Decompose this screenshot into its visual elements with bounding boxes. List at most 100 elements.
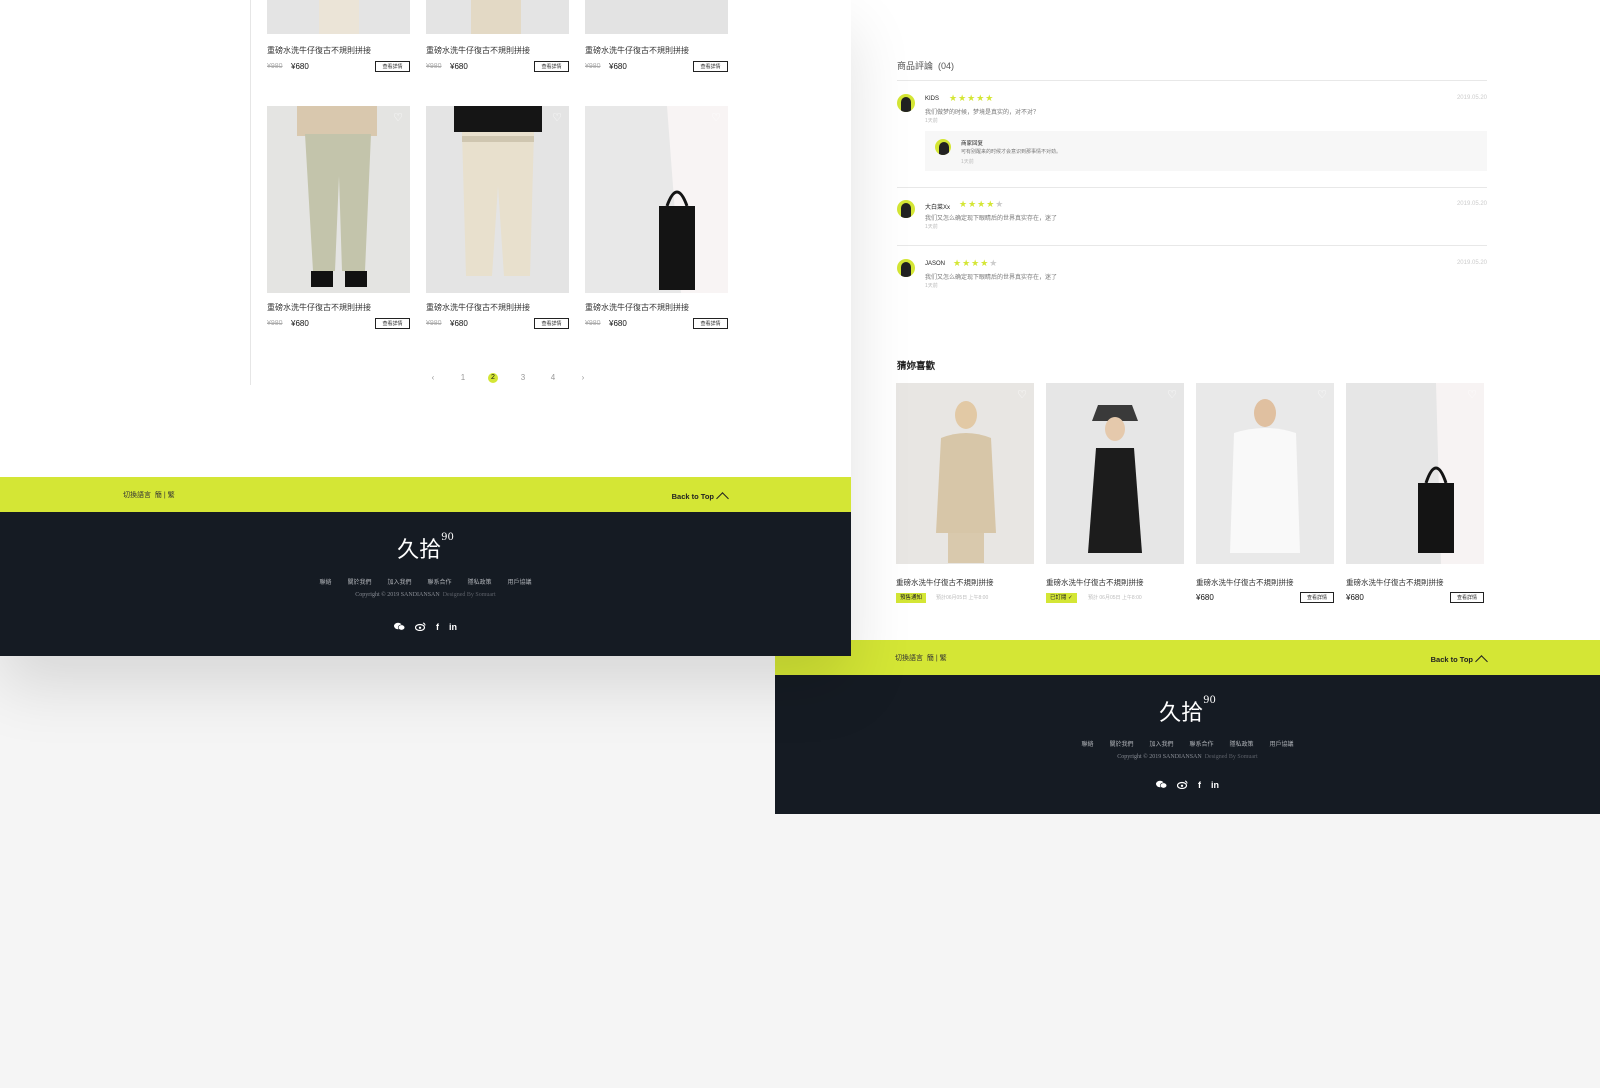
weibo-icon[interactable] [1176,780,1188,791]
product-image[interactable] [267,0,410,34]
product-image[interactable] [585,0,728,34]
weibo-icon[interactable] [414,622,426,633]
reply-user: 商家回复 [961,141,984,147]
page-link[interactable]: 4 [538,373,568,382]
copyright: Copyright © 2019 SANDIANSAN Designed By … [1117,754,1258,760]
product-card[interactable]: 重磅水洗牛仔復古不規則拼接 ¥980 ¥680 查看詳情 [585,0,728,72]
product-image[interactable]: ♡ [267,106,410,293]
footer-link[interactable]: 用戶協議 [1270,739,1294,748]
footer-links: 聯絡 關於我們 加入我們 聯系合作 隱私政策 用戶協議 [775,739,1600,748]
product-name: 重磅水洗牛仔復古不規則拼接 [1046,578,1144,587]
footer-link[interactable]: 加入我們 [387,577,411,586]
product-card[interactable]: ♡ 重磅水洗牛仔復古不規則拼接 ¥680 查看詳情 [1346,383,1484,608]
product-card[interactable]: ♡ 重磅水洗牛仔復古不規則拼接 ¥980 ¥680 查看詳情 [267,106,410,331]
footer-link[interactable]: 聯絡 [319,577,331,586]
product-detail-panel: 商品評論 (04) KIDS ★★★★★ 我们做梦的时候，梦境是真实的，对不对？… [775,0,1600,814]
footer-links: 聯絡 關於我們 加入我們 聯系合作 隱私政策 用戶協議 [0,577,851,586]
back-to-top-button[interactable]: Back to Top [1431,652,1488,668]
product-price: ¥680 [291,319,309,328]
product-image[interactable]: ♡ [1346,383,1484,564]
footer-link[interactable]: 聯絡 [1081,739,1093,748]
product-image[interactable] [426,0,569,34]
product-name: 重磅水洗牛仔復古不規則拼接 [585,46,689,55]
prev-page-button[interactable]: ‹ [418,373,448,382]
product-image[interactable]: ♡ [585,106,728,293]
product-card[interactable]: ♡ 重磅水洗牛仔復古不規則拼接 ¥680 查看詳情 [1196,383,1334,608]
product-name: 重磅水洗牛仔復古不規則拼接 [267,46,371,55]
original-price: ¥980 [585,63,601,70]
view-details-button[interactable]: 查看詳情 [534,318,569,329]
product-card[interactable]: ♡ 重磅水洗牛仔復古不規則拼接 已訂閱 ✓ 預計 06月05日 上午8:00 [1046,383,1184,608]
view-details-button[interactable]: 查看詳情 [1450,592,1484,603]
product-card[interactable]: ♡ 重磅水洗牛仔復古不規則拼接 ¥980 ¥680 查看詳情 [585,106,728,331]
page-link-current[interactable]: 2 [478,372,508,383]
product-price: ¥680 [609,62,627,71]
wechat-icon[interactable] [394,622,406,633]
heart-icon[interactable]: ♡ [1466,389,1478,401]
brand-logo[interactable]: 久拾90 [0,532,851,564]
back-to-top-button[interactable]: Back to Top [672,489,729,505]
product-price: ¥680 [450,62,468,71]
footer-link[interactable]: 加入我們 [1149,739,1173,748]
avatar [935,139,951,155]
footer-link[interactable]: 聯系合作 [1190,739,1214,748]
social-links: f in [0,622,851,633]
language-switch[interactable]: 切換語言 簡 | 繁 [123,490,175,500]
presale-badge[interactable]: 預售通知 [896,593,927,603]
product-card[interactable]: 重磅水洗牛仔復古不規則拼接 ¥980 ¥680 查看詳情 [426,0,569,72]
footer-link[interactable]: 隱私政策 [468,577,492,586]
review-date: 2019.05.20 [1456,260,1487,266]
review-user: JASON [925,261,946,267]
review-item: KIDS ★★★★★ 我们做梦的时候，梦境是真实的，对不对？ 1天前 2019.… [897,93,1487,184]
linkedin-icon[interactable]: in [449,622,457,633]
heart-icon[interactable]: ♡ [1016,389,1028,401]
product-card[interactable]: ♡ 重磅水洗牛仔復古不規則拼接 ¥980 ¥680 查看詳情 [426,106,569,331]
page-link[interactable]: 1 [448,373,478,382]
heart-icon[interactable]: ♡ [551,112,563,124]
heart-icon[interactable]: ♡ [1166,389,1178,401]
view-details-button[interactable]: 查看詳情 [375,61,410,72]
merchant-reply: 商家回复 可有别醒来的时候才会意识到那事情不对劲。 1天前 [925,131,1487,171]
footer-link[interactable]: 關於我們 [1109,739,1133,748]
wechat-icon[interactable] [1156,780,1168,791]
chevron-up-icon [1475,655,1488,668]
subscribed-badge[interactable]: 已訂閱 ✓ [1046,593,1077,603]
footer-link[interactable]: 隱私政策 [1230,739,1254,748]
avatar [897,94,915,112]
review-user: 大白菜Xx [925,205,951,211]
original-price: ¥980 [267,320,283,327]
product-image[interactable]: ♡ [1046,383,1184,564]
view-details-button[interactable]: 查看詳情 [693,61,728,72]
footer-link[interactable]: 聯系合作 [428,577,452,586]
facebook-icon[interactable]: f [1198,780,1201,791]
product-image[interactable]: ♡ [426,106,569,293]
review-text: 我们又怎么确定现下眼睛后的世界真实存在，迷了 [925,275,1058,281]
language-switch[interactable]: 切換語言 簡 | 繁 [895,653,947,663]
language-bar: 切換語言 簡 | 繁 Back to Top [0,477,851,512]
product-image[interactable]: ♡ [896,383,1034,564]
heart-icon[interactable]: ♡ [1316,389,1328,401]
presale-note: 預計 06月05日 上午8:00 [1088,595,1142,601]
chevron-up-icon [716,492,729,505]
product-name: 重磅水洗牛仔復古不規則拼接 [426,46,530,55]
product-card[interactable]: 重磅水洗牛仔復古不規則拼接 ¥980 ¥680 查看詳情 [267,0,410,72]
footer-link[interactable]: 用戶協議 [508,577,532,586]
product-name: 重磅水洗牛仔復古不規則拼接 [1346,578,1444,587]
product-card[interactable]: ♡ 重磅水洗牛仔復古不規則拼接 預售通知 預計06月05日 上午8:00 [896,383,1034,608]
footer-link[interactable]: 關於我們 [347,577,371,586]
view-details-button[interactable]: 查看詳情 [1300,592,1334,603]
language-bar: 切換語言 簡 | 繁 Back to Top [775,640,1600,675]
view-details-button[interactable]: 查看詳情 [534,61,569,72]
view-details-button[interactable]: 查看詳情 [693,318,728,329]
product-image[interactable]: ♡ [1196,383,1334,564]
brand-logo[interactable]: 久拾90 [775,695,1600,727]
linkedin-icon[interactable]: in [1211,780,1219,791]
social-links: f in [775,780,1600,791]
heart-icon[interactable]: ♡ [392,112,404,124]
facebook-icon[interactable]: f [436,622,439,633]
view-details-button[interactable]: 查看詳情 [375,318,410,329]
heart-icon[interactable]: ♡ [710,112,722,124]
page-link[interactable]: 3 [508,373,538,382]
pagination: ‹ 1 2 3 4 › [418,372,598,383]
next-page-button[interactable]: › [568,373,598,382]
